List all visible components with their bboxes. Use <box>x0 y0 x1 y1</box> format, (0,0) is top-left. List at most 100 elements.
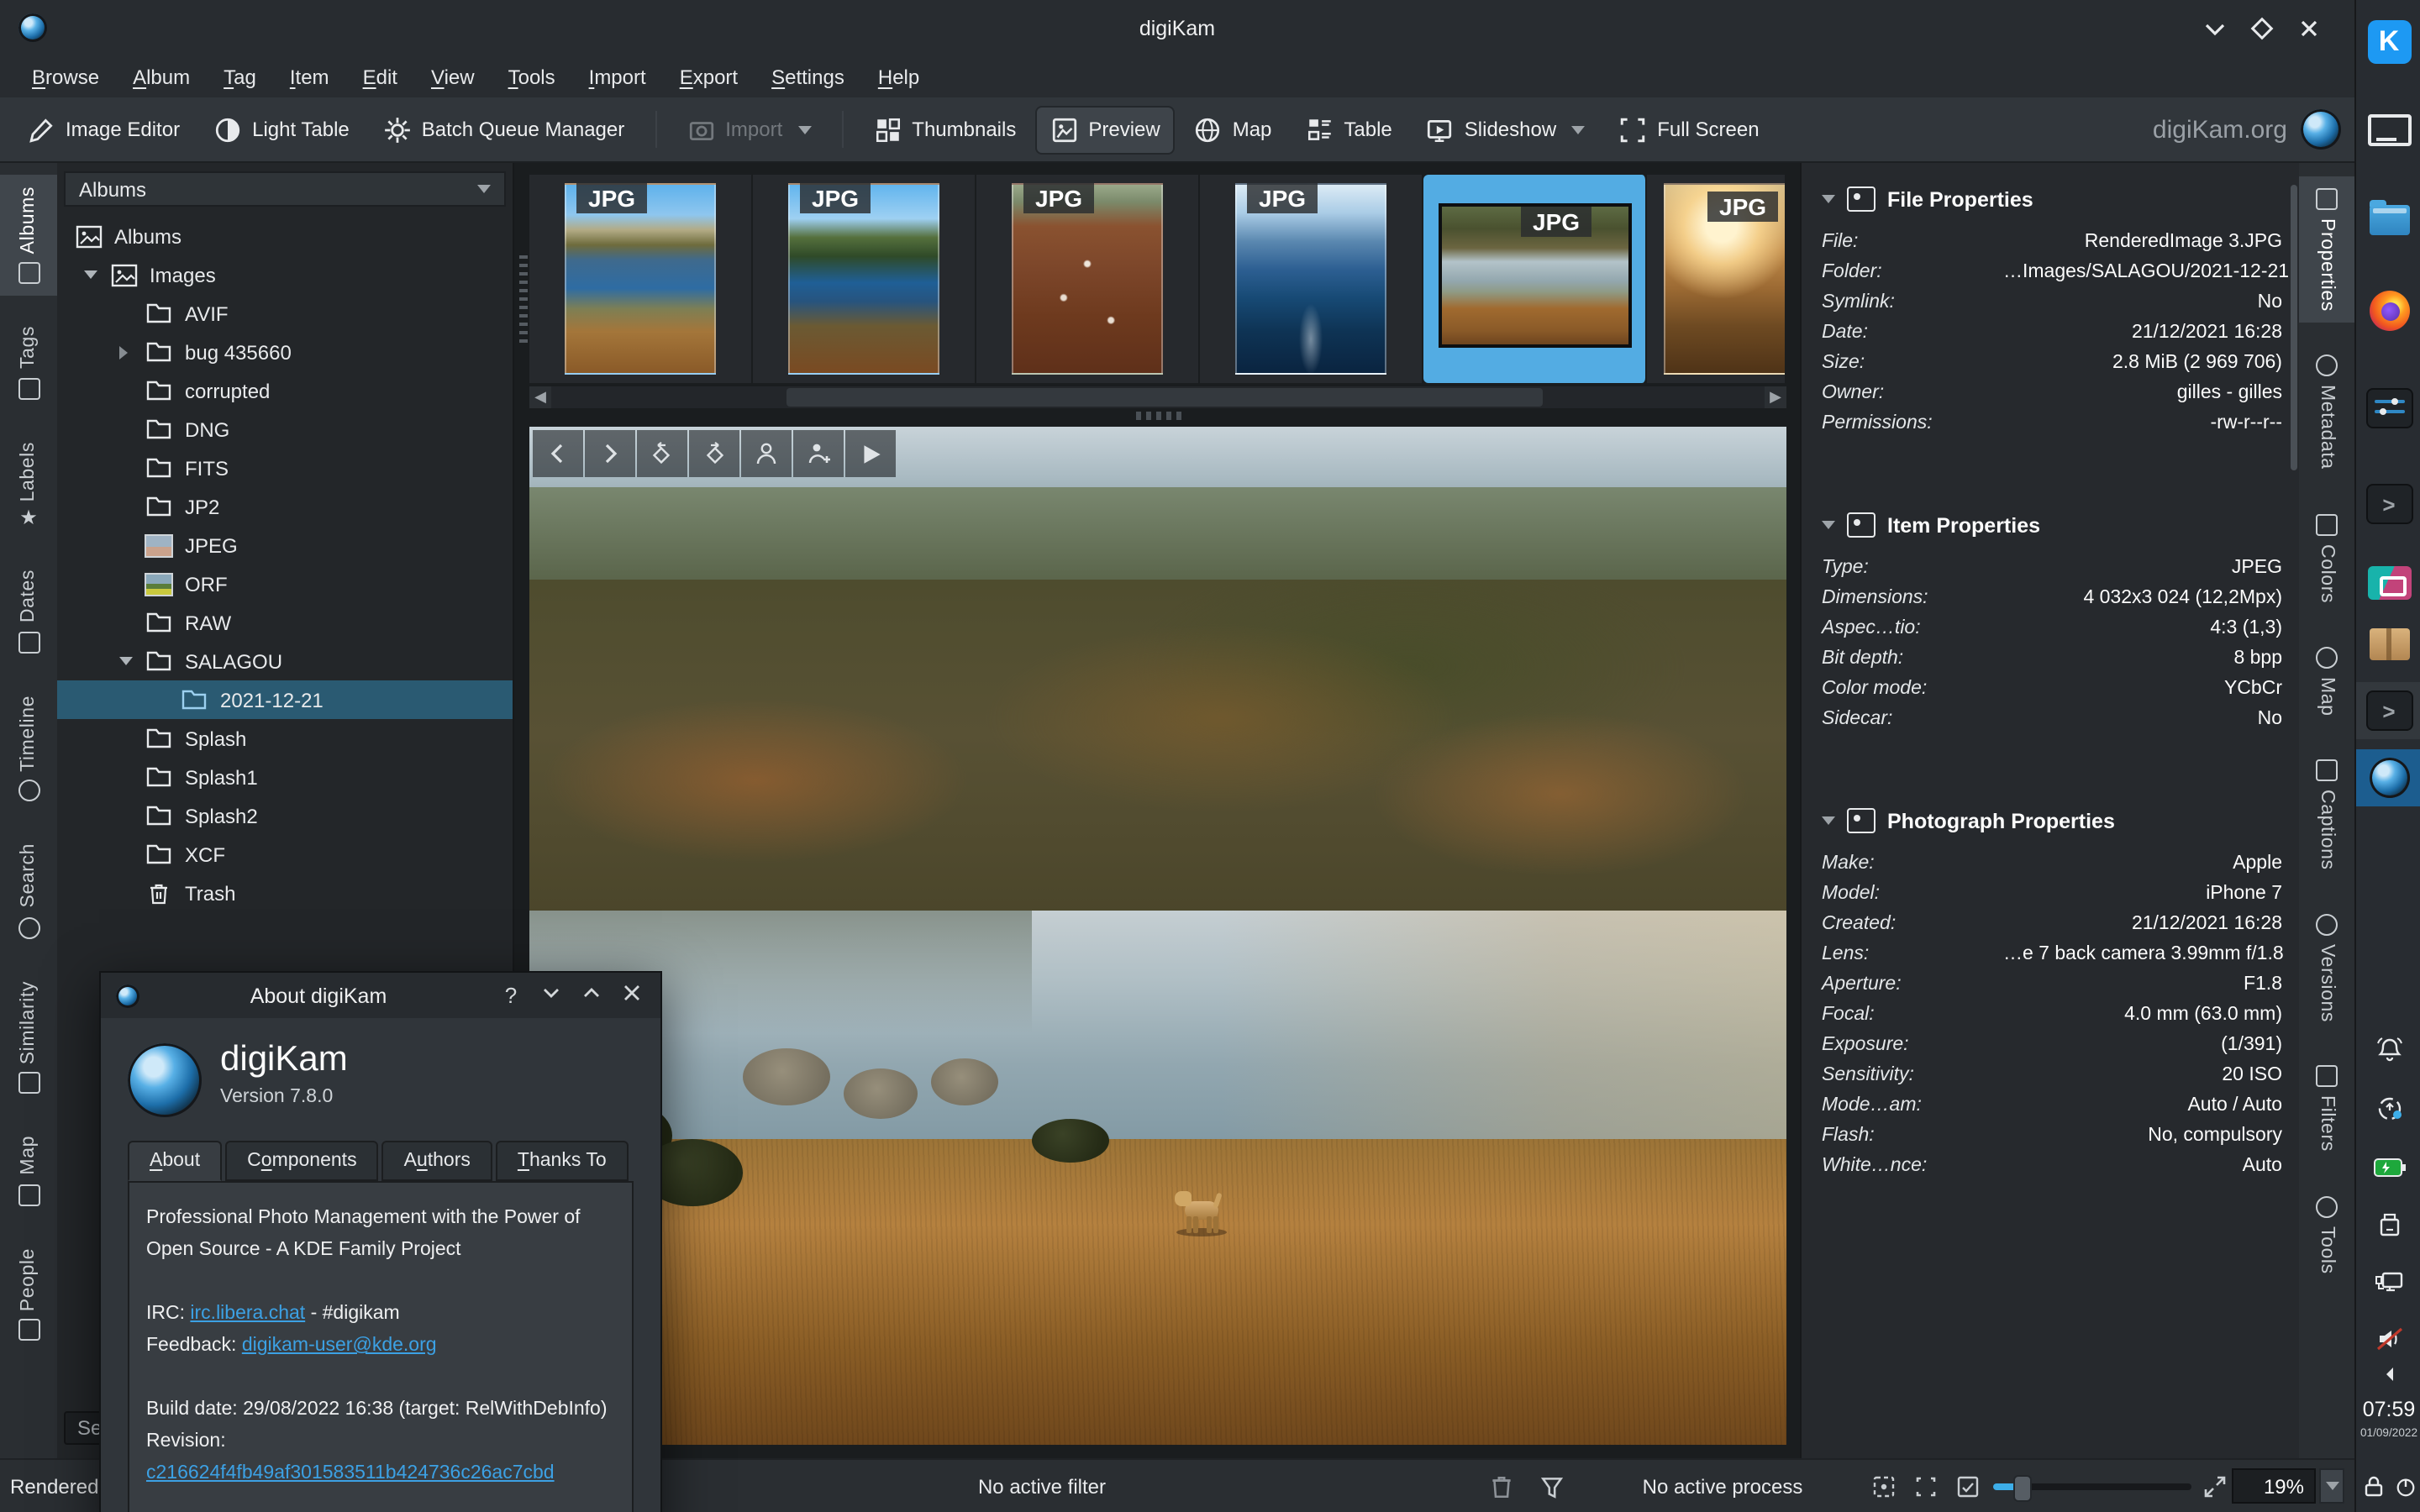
full-screen-button[interactable]: Full Screen <box>1605 107 1772 152</box>
terminal-icon[interactable]: > <box>2356 475 2420 533</box>
scrollbar-track[interactable] <box>551 386 1765 408</box>
tray-expander-icon[interactable] <box>2356 1357 2420 1391</box>
tree-item-images[interactable]: Images <box>57 255 513 294</box>
lock-icon[interactable] <box>2356 1458 2390 1512</box>
image-editor-button[interactable]: Image Editor <box>13 107 193 152</box>
rotate-right-button[interactable] <box>689 430 739 477</box>
menu-tools[interactable]: Tools <box>493 62 571 92</box>
title-bar[interactable]: digiKam <box>0 0 2354 57</box>
thumbstrip-scrollbar[interactable]: ◀ ▶ <box>529 386 1786 408</box>
dialog-tab-authors[interactable]: Authors <box>382 1141 492 1181</box>
menu-browse[interactable]: Browse <box>17 62 114 92</box>
menu-settings[interactable]: Settings <box>756 62 860 92</box>
tree-item-bug-435660[interactable]: bug 435660 <box>57 333 513 371</box>
dialog-maximize-icon[interactable] <box>578 983 605 1008</box>
previous-image-button[interactable] <box>533 430 583 477</box>
video-editor-icon[interactable] <box>2356 554 2420 612</box>
expanded-arrow-icon[interactable] <box>119 657 133 665</box>
map-button[interactable]: Map <box>1181 107 1286 152</box>
import-dropdown-arrow[interactable] <box>797 125 811 134</box>
sidebar-tab-map[interactable]: Map <box>0 1124 57 1217</box>
irc-link[interactable]: irc.libera.chat <box>190 1304 305 1324</box>
properties-scrollbar[interactable] <box>2291 185 2297 470</box>
updates-icon[interactable] <box>2356 1080 2420 1137</box>
tree-item-salagou[interactable]: SALAGOU <box>57 642 513 680</box>
display-icon[interactable] <box>2356 1253 2420 1310</box>
kde-launcher-icon[interactable]: K <box>2356 13 2420 71</box>
trash-icon[interactable] <box>1489 1473 1514 1505</box>
light-table-button[interactable]: Light Table <box>200 107 363 152</box>
package-icon[interactable] <box>2356 615 2420 672</box>
thumbnail-sunset-field[interactable]: JPG <box>1647 175 1786 383</box>
menu-edit[interactable]: Edit <box>348 62 413 92</box>
usb-device-icon[interactable] <box>2356 1196 2420 1253</box>
sidebar-tab-labels[interactable]: Labels★ <box>0 429 57 539</box>
fit-window-icon[interactable] <box>1870 1473 1897 1505</box>
dialog-close-icon[interactable] <box>618 983 645 1008</box>
tree-item-splash1[interactable]: Splash1 <box>57 758 513 796</box>
collapse-arrow-icon[interactable] <box>1822 195 1835 203</box>
tree-item-fits[interactable]: FITS <box>57 449 513 487</box>
table-button[interactable]: Table <box>1292 107 1405 152</box>
slideshow-play-button[interactable] <box>845 430 896 477</box>
expanded-arrow-icon[interactable] <box>84 270 97 279</box>
section-header[interactable]: Photograph Properties <box>1822 808 2282 833</box>
tree-item-trash[interactable]: Trash <box>57 874 513 912</box>
section-header[interactable]: File Properties <box>1822 186 2282 212</box>
right-tab-map[interactable]: Map <box>2299 635 2354 728</box>
sidebar-tab-dates[interactable]: Dates <box>0 559 57 665</box>
sidebar-tab-people[interactable]: People <box>0 1236 57 1352</box>
add-face-tag-button[interactable] <box>793 430 844 477</box>
sidebar-tab-timeline[interactable]: Timeline <box>0 684 57 814</box>
clock[interactable]: 07:59 <box>2356 1398 2420 1421</box>
menu-item[interactable]: Item <box>275 62 345 92</box>
dialog-tab-components[interactable]: Components <box>225 1141 378 1181</box>
digikam-task-icon[interactable] <box>2356 749 2420 806</box>
menu-help[interactable]: Help <box>863 62 934 92</box>
tree-item-raw[interactable]: RAW <box>57 603 513 642</box>
power-icon[interactable] <box>2388 1458 2420 1512</box>
zoom-slider[interactable] <box>1993 1483 2191 1490</box>
terminal-icon-2[interactable]: > <box>2356 682 2420 739</box>
thumbnail-salagou-dog[interactable]: JPG <box>1423 175 1647 383</box>
settings-icon[interactable] <box>2356 380 2420 437</box>
sidebar-tab-similarity[interactable]: Similarity <box>0 969 57 1105</box>
minimize-icon[interactable] <box>2203 17 2227 40</box>
dialog-minimize-icon[interactable] <box>538 983 565 1008</box>
right-tab-filters[interactable]: Filters <box>2299 1054 2354 1164</box>
zoom-percentage[interactable]: 19% <box>2232 1468 2316 1504</box>
thumbstrip-grip[interactable] <box>519 255 528 343</box>
image-preview[interactable] <box>529 427 1786 1445</box>
menu-import[interactable]: Import <box>574 62 661 92</box>
sidebar-tab-albums[interactable]: Albums <box>0 175 57 296</box>
tree-item-splash[interactable]: Splash <box>57 719 513 758</box>
close-icon[interactable] <box>2297 17 2321 40</box>
batch-queue-manager-button[interactable]: Batch Queue Manager <box>370 107 639 152</box>
thumbnail-lake-morning[interactable]: JPG <box>529 175 753 383</box>
right-tab-captions[interactable]: Captions <box>2299 748 2354 882</box>
preview-button[interactable]: Preview <box>1036 107 1173 152</box>
notifications-bell-icon[interactable] <box>2356 1021 2420 1079</box>
maximize-icon[interactable] <box>2250 17 2274 40</box>
dialog-help-button[interactable]: ? <box>497 983 524 1008</box>
zoom-100-icon[interactable] <box>1912 1473 1939 1505</box>
thumbnails-button[interactable]: Thumbnails <box>860 107 1029 152</box>
right-tab-colors[interactable]: Colors <box>2299 502 2354 615</box>
menu-view[interactable]: View <box>416 62 490 92</box>
sidebar-tab-tags[interactable]: Tags <box>0 314 57 411</box>
firefox-icon[interactable] <box>2356 282 2420 339</box>
next-image-button[interactable] <box>585 430 635 477</box>
menu-tag[interactable]: Tag <box>208 62 271 92</box>
file-manager-icon[interactable] <box>2356 192 2420 249</box>
tree-item-splash2[interactable]: Splash2 <box>57 796 513 835</box>
battery-icon[interactable] <box>2356 1139 2420 1196</box>
tree-item-orf[interactable]: ORF <box>57 564 513 603</box>
revision-link[interactable]: c216624f4fb49af301583511b424736c26ac7cbd <box>146 1463 555 1483</box>
scrollbar-thumb[interactable] <box>786 388 1543 407</box>
tree-item-albums[interactable]: Albums <box>57 217 513 255</box>
show-face-tags-button[interactable] <box>741 430 792 477</box>
virtual-desktop-icon[interactable] <box>2356 101 2420 158</box>
date[interactable]: 01/09/2022 <box>2356 1428 2420 1440</box>
zoom-slider-knob[interactable] <box>2013 1475 2032 1502</box>
about-dialog-titlebar[interactable]: About digiKam ? <box>101 973 660 1018</box>
